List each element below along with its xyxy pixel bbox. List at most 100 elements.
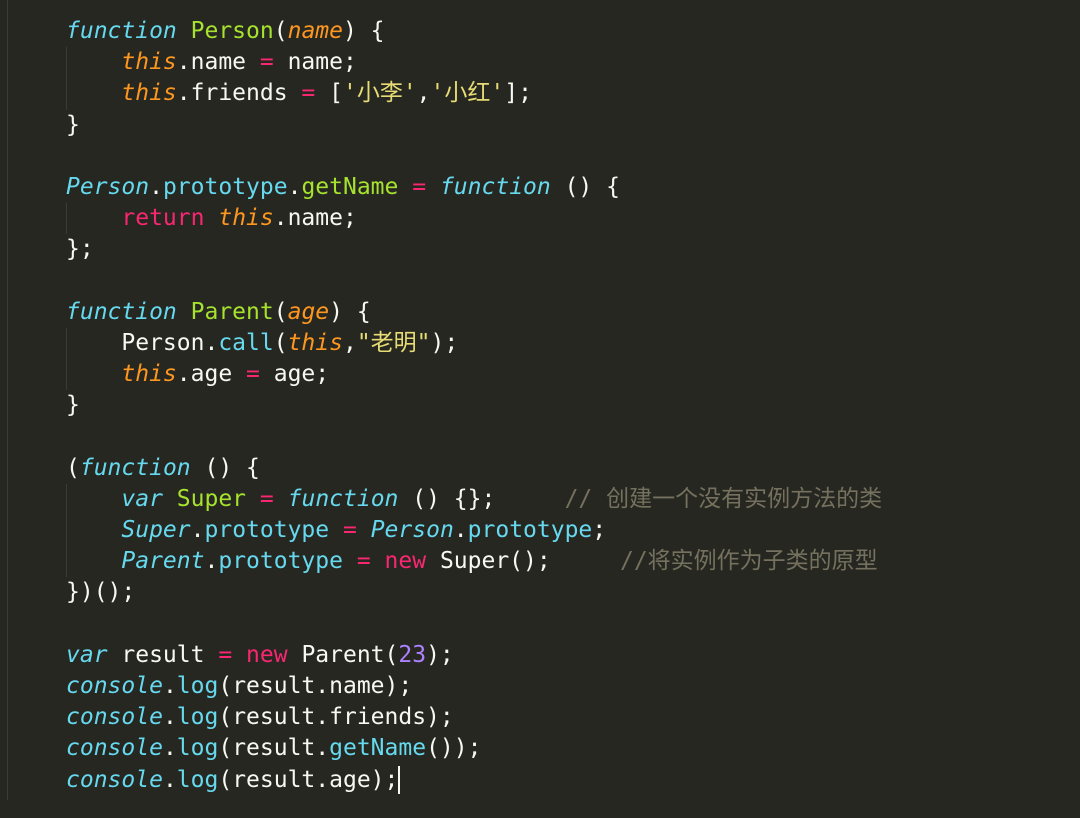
text-token: ) {	[342, 18, 385, 44]
function-name-token: getName	[301, 173, 399, 200]
code-line[interactable]: Person.prototype.getName = function () {	[66, 172, 882, 203]
keyword-token: return	[121, 205, 205, 232]
text-token: }	[66, 392, 80, 419]
indent-guide	[66, 359, 67, 391]
property-token: log	[176, 735, 219, 762]
indent-guide	[66, 327, 67, 360]
code-line[interactable]: }	[66, 110, 882, 141]
operator-token: =	[259, 485, 274, 512]
code-line[interactable]: Person.call(this,"老明");	[66, 327, 882, 360]
text-token: ;	[592, 517, 607, 543]
text-token: name;	[273, 49, 357, 76]
keyword-token: function	[66, 18, 177, 44]
code-line[interactable]: console.log(result.getName());	[66, 733, 882, 764]
identifier-token: Super	[121, 517, 191, 543]
identifier-token: Person	[370, 517, 454, 543]
code-line[interactable]: var result = new Parent(23);	[66, 640, 882, 671]
text-token: [	[315, 80, 343, 107]
indent-guide	[66, 546, 67, 578]
code-line[interactable]: };	[66, 234, 882, 265]
text-token: Parent(	[287, 641, 399, 668]
indent-guide	[66, 78, 67, 110]
text-token: (	[66, 454, 80, 481]
text-token: };	[66, 236, 94, 263]
property-token: call	[218, 329, 274, 356]
text-token: Super();	[426, 548, 620, 575]
code-line[interactable]: (function () {	[66, 453, 882, 484]
text-token: (result.age);	[218, 766, 399, 793]
editor-gutter-line	[7, 0, 8, 800]
code-line[interactable]: var Super = function () {}; // 创建一个没有实例方…	[66, 483, 883, 515]
code-line[interactable]	[66, 141, 882, 172]
code-line[interactable]	[66, 421, 882, 452]
text-token: ,	[416, 80, 431, 107]
operator-token: new	[246, 641, 288, 668]
identifier-token: console	[66, 672, 163, 699]
operator-token: new	[384, 548, 427, 575]
text-token: (result.friends);	[218, 704, 454, 731]
property-token: prototype	[467, 517, 593, 543]
text-token: .	[162, 735, 177, 762]
code-line[interactable]: })();	[66, 577, 882, 608]
keyword-token: function	[79, 454, 191, 481]
code-line[interactable]: Parent.prototype = new Super(); //将实例作为子…	[66, 546, 882, 578]
keyword-token: function	[287, 485, 399, 512]
this-token: this	[121, 49, 177, 76]
code-line[interactable]: }	[66, 390, 882, 421]
function-name-token: Parent	[190, 298, 274, 325]
text-token: .	[453, 517, 468, 543]
text-token: .	[190, 517, 205, 543]
text-token: .	[162, 672, 177, 699]
text-token: ];	[504, 80, 532, 107]
text-token: })();	[66, 579, 136, 606]
code-editor[interactable]: function Person(name) { this.name = name…	[66, 16, 882, 796]
code-line[interactable]: console.log(result.name);	[66, 671, 882, 702]
code-line[interactable]: console.log(result.age);	[66, 765, 882, 796]
code-line[interactable]: this.friends = ['小李','小红'];	[66, 78, 882, 110]
identifier-token: console	[66, 704, 163, 731]
indent-guide	[66, 47, 67, 79]
text-cursor	[398, 766, 401, 794]
code-line[interactable]	[66, 266, 882, 297]
operator-token: =	[342, 517, 357, 543]
keyword-token: function	[439, 173, 551, 200]
text-token: () {	[550, 173, 620, 200]
operator-token: =	[412, 173, 427, 200]
string-token: '小李'	[342, 80, 417, 107]
operator-token: =	[301, 80, 316, 107]
code-line[interactable]: return this.name;	[66, 203, 882, 235]
code-line[interactable]: console.log(result.friends);	[66, 702, 882, 733]
text-token: .	[162, 766, 177, 793]
property-token: prototype	[162, 173, 288, 200]
code-line[interactable]: this.age = age;	[66, 359, 882, 391]
property-token: log	[176, 672, 219, 699]
operator-token: =	[356, 548, 371, 575]
this-token: this	[121, 80, 177, 107]
text-token: .	[287, 173, 302, 200]
comment-token: //将实例作为子类的原型	[619, 548, 878, 575]
text-token: );	[426, 641, 454, 668]
code-line[interactable]	[66, 609, 882, 640]
identifier-token: console	[66, 766, 163, 793]
text-token: age;	[259, 361, 330, 388]
code-line[interactable]: Super.prototype = Person.prototype;	[66, 515, 882, 547]
text-token: () {};	[398, 485, 565, 512]
code-line[interactable]: this.name = name;	[66, 47, 882, 79]
property-token: prototype	[218, 548, 343, 575]
comment-token: // 创建一个没有实例方法的类	[564, 485, 883, 512]
indent-guide	[66, 483, 67, 515]
operator-token: =	[259, 49, 274, 76]
code-line[interactable]: function Person(name) {	[66, 16, 882, 47]
code-line[interactable]: function Parent(age) {	[66, 297, 882, 328]
operator-token: =	[246, 361, 260, 388]
text-token: ());	[426, 735, 482, 762]
